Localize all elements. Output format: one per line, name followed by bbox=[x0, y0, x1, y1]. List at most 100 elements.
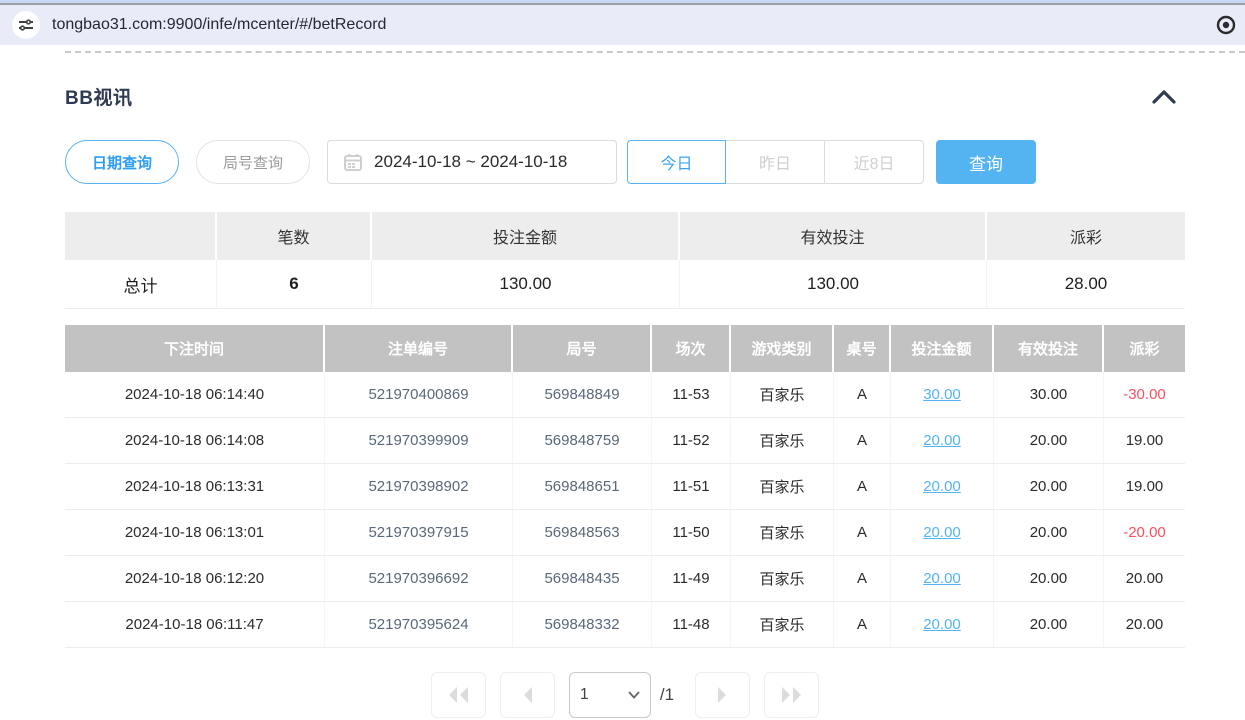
summary-header-payout: 派彩 bbox=[987, 212, 1185, 260]
bet-time-cell: 2024-10-18 06:13:31 bbox=[65, 464, 325, 510]
left-icon bbox=[519, 685, 535, 705]
url-text[interactable]: tongbao31.com:9900/infe/mcenter/#/betRec… bbox=[52, 16, 1215, 34]
double-right-icon bbox=[779, 685, 805, 705]
session-cell: 11-52 bbox=[652, 418, 731, 464]
last8days-button[interactable]: 近8日 bbox=[825, 140, 924, 184]
session-cell: 11-48 bbox=[652, 602, 731, 648]
table-row: 2024-10-18 06:14:40521970400869569848849… bbox=[65, 372, 1185, 418]
col-payout: 派彩 bbox=[1104, 325, 1185, 372]
double-left-icon bbox=[445, 685, 471, 705]
bet-amount-link[interactable]: 20.00 bbox=[923, 524, 961, 541]
round-no-cell: 569848651 bbox=[513, 464, 652, 510]
bet-amount-cell: 20.00 bbox=[891, 602, 994, 648]
table-no-cell: A bbox=[834, 418, 891, 464]
summary-header-empty bbox=[65, 212, 217, 260]
site-settings-icon[interactable] bbox=[12, 11, 40, 39]
chevron-up-icon bbox=[1151, 88, 1177, 106]
order-no-cell: 521970398902 bbox=[325, 464, 513, 510]
table-no-cell: A bbox=[834, 556, 891, 602]
bet-amount-cell: 20.00 bbox=[891, 556, 994, 602]
table-row: 2024-10-18 06:13:01521970397915569848563… bbox=[65, 510, 1185, 556]
dashed-divider bbox=[65, 51, 1245, 53]
game-type-cell: 百家乐 bbox=[731, 510, 834, 556]
table-no-cell: A bbox=[834, 510, 891, 556]
section-title: BB视讯 bbox=[65, 83, 132, 110]
game-type-cell: 百家乐 bbox=[731, 418, 834, 464]
session-cell: 11-53 bbox=[652, 372, 731, 418]
filter-toolbar: 日期查询 局号查询 2024-10-18 ~ 2024-10-18 今日 昨日 … bbox=[65, 140, 1185, 184]
order-no-cell: 521970400869 bbox=[325, 372, 513, 418]
summary-total-label: 总计 bbox=[65, 260, 217, 309]
bet-amount-cell: 20.00 bbox=[891, 464, 994, 510]
table-row: 2024-10-18 06:12:20521970396692569848435… bbox=[65, 556, 1185, 602]
target-icon[interactable] bbox=[1215, 14, 1237, 36]
table-no-cell: A bbox=[834, 602, 891, 648]
bet-time-cell: 2024-10-18 06:12:20 bbox=[65, 556, 325, 602]
bet-record-page: BB视讯 日期查询 局号查询 2024-10-18 ~ 2024-10-18 bbox=[0, 83, 1245, 718]
total-pages-label: /1 bbox=[660, 685, 674, 705]
col-round-no: 局号 bbox=[513, 325, 652, 372]
summary-table: 笔数 投注金额 有效投注 派彩 总计 6 130.00 130.00 28.00 bbox=[65, 212, 1185, 309]
bet-amount-link[interactable]: 20.00 bbox=[923, 570, 961, 587]
next-page-button[interactable] bbox=[695, 672, 750, 718]
summary-header-count: 笔数 bbox=[217, 212, 372, 260]
table-row: 2024-10-18 06:11:47521970395624569848332… bbox=[65, 602, 1185, 648]
summary-valid-bet: 130.00 bbox=[680, 260, 987, 309]
bet-amount-cell: 20.00 bbox=[891, 418, 994, 464]
prev-page-button[interactable] bbox=[500, 672, 555, 718]
order-no-cell: 521970396692 bbox=[325, 556, 513, 602]
valid-bet-cell: 20.00 bbox=[994, 464, 1104, 510]
session-cell: 11-50 bbox=[652, 510, 731, 556]
valid-bet-cell: 20.00 bbox=[994, 418, 1104, 464]
table-no-cell: A bbox=[834, 372, 891, 418]
payout-cell: 19.00 bbox=[1104, 418, 1185, 464]
valid-bet-cell: 20.00 bbox=[994, 510, 1104, 556]
round-no-cell: 569848435 bbox=[513, 556, 652, 602]
summary-bet-amount: 130.00 bbox=[372, 260, 680, 309]
calendar-icon bbox=[344, 153, 362, 171]
game-type-cell: 百家乐 bbox=[731, 556, 834, 602]
bet-records-table: 下注时间 注单编号 局号 场次 游戏类别 桌号 投注金额 有效投注 派彩 202… bbox=[65, 325, 1185, 648]
chevron-down-icon bbox=[628, 691, 640, 699]
last-page-button[interactable] bbox=[764, 672, 819, 718]
round-query-tab[interactable]: 局号查询 bbox=[196, 140, 310, 184]
table-no-cell: A bbox=[834, 464, 891, 510]
game-type-cell: 百家乐 bbox=[731, 372, 834, 418]
bet-amount-link[interactable]: 20.00 bbox=[923, 432, 961, 449]
col-bet-amount: 投注金额 bbox=[891, 325, 994, 372]
page-select-value: 1 bbox=[580, 686, 589, 704]
browser-address-bar[interactable]: tongbao31.com:9900/infe/mcenter/#/betRec… bbox=[0, 5, 1245, 45]
table-row: 2024-10-18 06:14:08521970399909569848759… bbox=[65, 418, 1185, 464]
summary-header-valid: 有效投注 bbox=[680, 212, 987, 260]
valid-bet-cell: 20.00 bbox=[994, 602, 1104, 648]
quick-range-group: 今日 昨日 近8日 bbox=[627, 140, 924, 184]
round-no-cell: 569848332 bbox=[513, 602, 652, 648]
table-row: 2024-10-18 06:13:31521970398902569848651… bbox=[65, 464, 1185, 510]
order-no-cell: 521970399909 bbox=[325, 418, 513, 464]
game-type-cell: 百家乐 bbox=[731, 464, 834, 510]
page-select[interactable]: 1 bbox=[569, 672, 651, 718]
table-header-row: 下注时间 注单编号 局号 场次 游戏类别 桌号 投注金额 有效投注 派彩 bbox=[65, 325, 1185, 372]
right-icon bbox=[715, 685, 731, 705]
pagination: 1 /1 bbox=[65, 672, 1185, 718]
search-button[interactable]: 查询 bbox=[936, 140, 1036, 184]
col-game-type: 游戏类别 bbox=[731, 325, 834, 372]
col-table-no: 桌号 bbox=[834, 325, 891, 372]
session-cell: 11-49 bbox=[652, 556, 731, 602]
bet-amount-cell: 30.00 bbox=[891, 372, 994, 418]
bet-amount-link[interactable]: 20.00 bbox=[923, 478, 961, 495]
collapse-section-button[interactable] bbox=[1151, 88, 1177, 106]
date-query-tab[interactable]: 日期查询 bbox=[65, 140, 179, 184]
bet-amount-cell: 20.00 bbox=[891, 510, 994, 556]
order-no-cell: 521970395624 bbox=[325, 602, 513, 648]
first-page-button[interactable] bbox=[431, 672, 486, 718]
date-range-picker[interactable]: 2024-10-18 ~ 2024-10-18 bbox=[327, 140, 617, 184]
today-button[interactable]: 今日 bbox=[627, 140, 726, 184]
bet-amount-link[interactable]: 20.00 bbox=[923, 616, 961, 633]
yesterday-button[interactable]: 昨日 bbox=[726, 140, 825, 184]
order-no-cell: 521970397915 bbox=[325, 510, 513, 556]
payout-cell: 20.00 bbox=[1104, 556, 1185, 602]
bet-amount-link[interactable]: 30.00 bbox=[923, 386, 961, 403]
payout-cell: -30.00 bbox=[1104, 372, 1185, 418]
payout-cell: -20.00 bbox=[1104, 510, 1185, 556]
